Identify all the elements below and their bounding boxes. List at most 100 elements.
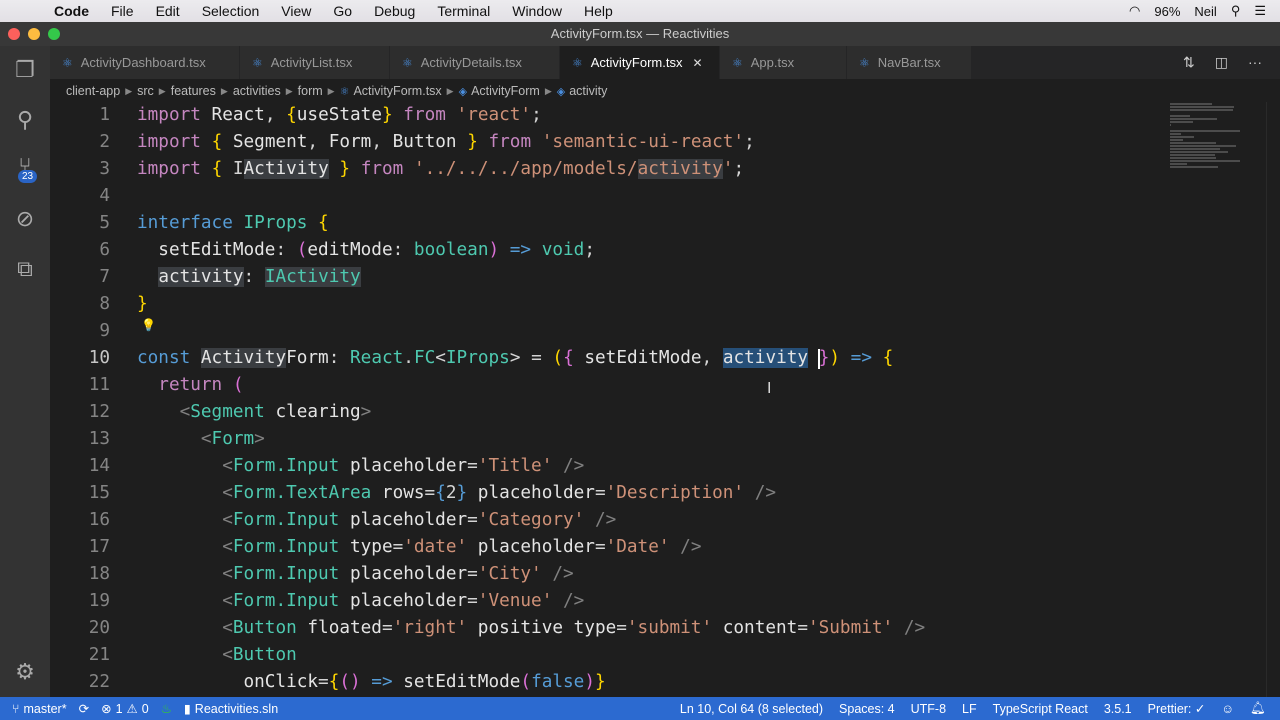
wifi-icon[interactable]: ◠ [1129,3,1140,19]
tab-activitydetails[interactable]: ⚛ ActivityDetails.tsx [390,46,560,79]
menu-file[interactable]: File [111,3,134,19]
menu-help[interactable]: Help [584,3,613,19]
breadcrumb-item[interactable]: activities [233,84,281,98]
error-icon: ⊗ [101,702,112,716]
code-token: { [286,105,297,125]
code-token: } [818,348,830,368]
bell-icon[interactable]: 🔔︎ [1250,701,1266,716]
code-token: = [467,456,478,476]
breadcrumb-item[interactable]: client-app [66,84,120,98]
spotlight-icon[interactable]: ⚲ [1231,3,1241,19]
code-token: content [712,618,798,638]
typescript-version[interactable]: 3.5.1 [1104,702,1132,716]
debug-icon[interactable]: ⊘ [0,199,50,239]
breadcrumb-item[interactable]: src [137,84,154,98]
minimap-line [1170,103,1212,105]
code-token: placeholder [339,564,468,584]
vertical-scrollbar[interactable] [1266,102,1280,697]
line-ending[interactable]: LF [962,702,977,716]
compare-changes-icon[interactable]: ⇅ [1183,54,1195,71]
user-name[interactable]: Neil [1194,4,1216,19]
breadcrumb-item[interactable]: ActivityForm.tsx [353,84,441,98]
split-editor-icon[interactable]: ◫ [1215,54,1228,71]
menu-go[interactable]: Go [333,3,352,19]
line-number: 20 [88,618,110,638]
code-text: return ( [137,372,243,399]
flame-icon[interactable]: ♨ [161,701,172,716]
code-token: Segment [190,402,265,422]
tab-activitydashboard[interactable]: ⚛ ActivityDashboard.tsx [50,46,240,79]
code-token: 'Date' [605,537,670,557]
gear-icon[interactable]: ⚙ [0,652,50,692]
notification-center-icon[interactable]: ☰ [1254,3,1266,19]
code-token: floated [296,618,382,638]
zoom-window-button[interactable] [48,28,60,40]
menu-edit[interactable]: Edit [156,3,180,19]
menu-selection[interactable]: Selection [202,3,260,19]
feedback-icon[interactable]: ☺ [1221,702,1234,716]
tab-label: App.tsx [750,55,795,70]
close-tab-icon[interactable]: ✕ [693,56,703,70]
tab-activityform[interactable]: ⚛ ActivityForm.tsx ✕ [560,46,720,79]
code-token: onClick [137,672,319,692]
line-number: 17 [88,537,110,557]
encoding[interactable]: UTF-8 [911,702,946,716]
react-icon: ⚛ [62,55,73,70]
lightbulb-icon[interactable]: 💡 [141,318,156,332]
code-text: <Form.Input placeholder='Venue' /> [137,588,584,615]
code-token: = [594,483,606,503]
code-token: I [222,159,244,179]
cursor-position[interactable]: Ln 10, Col 64 (8 selected) [680,702,823,716]
branch-indicator[interactable]: ⑂ master* [12,702,67,716]
sync-icon[interactable]: ⟳ [79,701,89,716]
more-actions-icon[interactable]: ··· [1248,54,1262,71]
menu-view[interactable]: View [281,3,311,19]
breadcrumb-item[interactable]: activity [569,84,607,98]
solution-indicator[interactable]: ▮ Reactivities.sln [184,701,278,717]
tab-activitylist[interactable]: ⚛ ActivityList.tsx [240,46,390,79]
menu-app[interactable]: Code [54,3,89,19]
breadcrumb-item[interactable]: form [298,84,323,98]
line-number: 12 [88,402,110,422]
code-token: Activity [243,159,329,179]
code-token: { [882,348,894,368]
react-icon: ⚛ [252,55,263,70]
code-token: = [424,483,436,503]
menu-window[interactable]: Window [512,3,562,19]
indentation[interactable]: Spaces: 4 [839,702,895,716]
minimap-line [1170,157,1217,159]
status-bar: ⑂ master* ⟳ ⊗ 1 ⚠ 0 ♨ ▮ Reactivities.sln Ln 1… [0,697,1280,720]
extensions-icon[interactable]: ⧉ [0,249,50,289]
code-token: placeholder [339,510,468,530]
search-icon[interactable]: ⚲ [0,100,50,140]
tab-app[interactable]: ⚛ App.tsx [720,46,847,79]
code-token: ) [829,348,841,368]
code-token: { [318,213,329,233]
language-mode[interactable]: TypeScript React [993,702,1088,716]
menu-terminal[interactable]: Terminal [437,3,490,19]
explorer-icon[interactable]: ❐ [0,50,50,90]
text-cursor [818,349,820,369]
code-token: } [456,483,468,503]
code-token: 2 [445,483,457,503]
code-token: Form.Input [232,510,340,530]
problems-indicator[interactable]: ⊗ 1 ⚠ 0 [101,701,149,717]
breadcrumb-item[interactable]: features [171,84,216,98]
code-token: Button [392,132,468,152]
breadcrumb-item[interactable]: ActivityForm [471,84,540,98]
code-token: = [381,618,393,638]
tab-navbar[interactable]: ⚛ NavBar.tsx [847,46,972,79]
close-window-button[interactable] [8,28,20,40]
code-token: void [531,240,585,260]
battery-text[interactable]: 96% [1154,4,1180,19]
prettier-status[interactable]: Prettier: ✓ [1148,701,1206,716]
line-number: 13 [88,429,110,449]
code-editor[interactable]: 1 import React, {useState} from 'react'; 2… [50,102,1230,697]
code-token: < [435,348,446,368]
menu-debug[interactable]: Debug [374,3,415,19]
minimize-window-button[interactable] [28,28,40,40]
minimap[interactable] [1170,102,1250,182]
code-text: <Form.Input placeholder='Category' /> [137,507,616,534]
